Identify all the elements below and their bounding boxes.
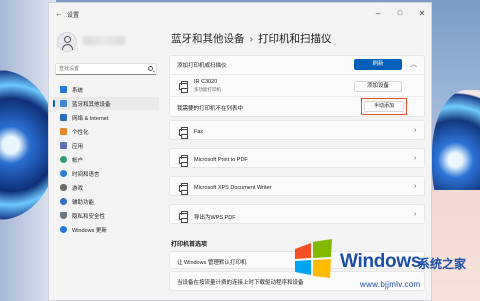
printer-name: Microsoft Print to PDF [194, 157, 248, 163]
add-device-button[interactable]: 添加设备 [354, 81, 402, 92]
sidebar-item-bluetooth[interactable]: 蓝牙和其他设备 [53, 97, 159, 110]
sidebar-item-label: 网络 & Internet [72, 116, 109, 122]
sidebar-item-label: 游戏 [72, 186, 84, 192]
preference-label: 当设备在按流量计费的连接上时下载驱动程序和设备 [177, 280, 304, 286]
sidebar-item-label: 个性化 [72, 130, 89, 136]
sidebar-item-label: 系统 [72, 88, 84, 94]
preference-label: 让 Windows 管理默认打印机 [177, 260, 247, 266]
sidebar-item-label: 时间和语言 [72, 172, 100, 178]
sidebar-item-network[interactable]: 网络 & Internet [53, 111, 159, 124]
found-device-status: 多功能打印机 [194, 87, 221, 92]
apps-icon [60, 142, 67, 149]
divider [170, 74, 424, 75]
avatar[interactable] [57, 32, 77, 52]
logo-blue-pane [295, 260, 311, 275]
blurred-username [83, 36, 125, 45]
sidebar-item-label: 辅助功能 [72, 200, 95, 206]
printer-row[interactable]: Microsoft XPS Document Writer › [169, 176, 425, 196]
accessibility-icon [60, 198, 67, 205]
wifi-icon [60, 114, 67, 121]
printer-name: Microsoft XPS Document Writer [194, 185, 272, 191]
sidebar-item-apps[interactable]: 应用 [53, 139, 159, 152]
chevron-right-icon: › [414, 183, 417, 190]
globe-icon [60, 170, 67, 177]
printer-icon [179, 127, 188, 139]
title-bar: ← 设置 – □ ✕ [49, 3, 431, 25]
sidebar-item-label: Windows 更新 [72, 228, 107, 234]
close-button[interactable]: ✕ [411, 7, 431, 21]
breadcrumb-parent[interactable]: 蓝牙和其他设备 [171, 33, 245, 45]
sidebar-nav: 系统 蓝牙和其他设备 网络 & Internet 个性化 应用 帐户 时间和语言… [53, 83, 159, 237]
chevron-right-icon: › [414, 127, 417, 134]
printer-icon [179, 183, 188, 195]
search-input[interactable] [59, 64, 147, 74]
refresh-button[interactable]: 刷新 [354, 59, 402, 70]
logo-red-pane [295, 243, 311, 259]
sidebar-item-label: 隐私和安全性 [72, 214, 106, 220]
sidebar-item-windows-update[interactable]: Windows 更新 [53, 223, 159, 236]
sidebar-item-privacy[interactable]: 隐私和安全性 [53, 209, 159, 222]
search-icon[interactable] [148, 66, 153, 71]
gamepad-icon [60, 184, 67, 191]
back-arrow-icon[interactable]: ← [55, 9, 63, 18]
brush-icon [60, 128, 67, 135]
page-title: 打印机和扫描仪 [258, 33, 332, 45]
avatar-body [62, 44, 73, 50]
sidebar-item-accessibility[interactable]: 辅助功能 [53, 195, 159, 208]
sidebar-item-system[interactable]: 系统 [53, 83, 159, 96]
sidebar-item-label: 帐户 [72, 158, 84, 164]
logo-green-pane [313, 239, 332, 258]
highlight-box [361, 98, 407, 115]
preferences-section-title: 打印机首选项 [171, 242, 208, 248]
sidebar-item-label: 应用 [72, 144, 84, 150]
chevron-up-icon[interactable]: ︿ [410, 59, 417, 69]
printer-name: 导出为WPS PDF [194, 215, 236, 221]
add-printer-card: 添加打印机或扫描仪 刷新 ︿ IR C3020 多功能打印机 添加设备 我需要的… [169, 55, 425, 117]
printer-row[interactable]: Fax › [169, 120, 425, 140]
sidebar-item-accounts[interactable]: 帐户 [53, 153, 159, 166]
sidebar: 系统 蓝牙和其他设备 网络 & Internet 个性化 应用 帐户 [49, 25, 161, 300]
printer-icon [179, 155, 188, 167]
search-box[interactable] [55, 63, 157, 75]
watermark-brand-cn: 系统之家 [418, 257, 467, 271]
not-listed-label: 我需要的打印机不在列表中 [177, 106, 244, 112]
breadcrumb: 蓝牙和其他设备 › 打印机和扫描仪 [171, 31, 332, 46]
printer-row[interactable]: Microsoft Print to PDF › [169, 148, 425, 168]
divider [170, 96, 424, 97]
sidebar-item-gaming[interactable]: 游戏 [53, 181, 159, 194]
printer-name: Fax [194, 129, 204, 135]
watermark-url: www.bjjmlv.com [360, 280, 421, 289]
monitor-icon [60, 86, 67, 93]
shield-icon [60, 212, 67, 219]
printer-icon [179, 81, 188, 93]
update-icon [60, 226, 67, 233]
add-printer-label: 添加打印机或扫描仪 [177, 63, 227, 69]
logo-yellow-pane [313, 259, 331, 278]
chevron-right-icon: › [414, 211, 417, 218]
avatar-head [64, 36, 71, 43]
printer-icon [179, 211, 188, 223]
breadcrumb-separator: › [249, 33, 254, 45]
windows-logo-icon [295, 239, 332, 278]
watermark-brand: Windows [340, 251, 422, 272]
bluetooth-icon [60, 100, 67, 107]
person-icon [60, 156, 67, 163]
chevron-right-icon: › [414, 155, 417, 162]
maximize-button[interactable]: □ [389, 7, 411, 21]
window-title: 设置 [67, 13, 80, 19]
printer-row[interactable]: 导出为WPS PDF › [169, 204, 425, 224]
found-device-name: IR C3020 [194, 79, 218, 85]
minimize-button[interactable]: – [367, 7, 389, 21]
sidebar-item-time-language[interactable]: 时间和语言 [53, 167, 159, 180]
sidebar-item-label: 蓝牙和其他设备 [72, 102, 111, 108]
sidebar-item-personalization[interactable]: 个性化 [53, 125, 159, 138]
